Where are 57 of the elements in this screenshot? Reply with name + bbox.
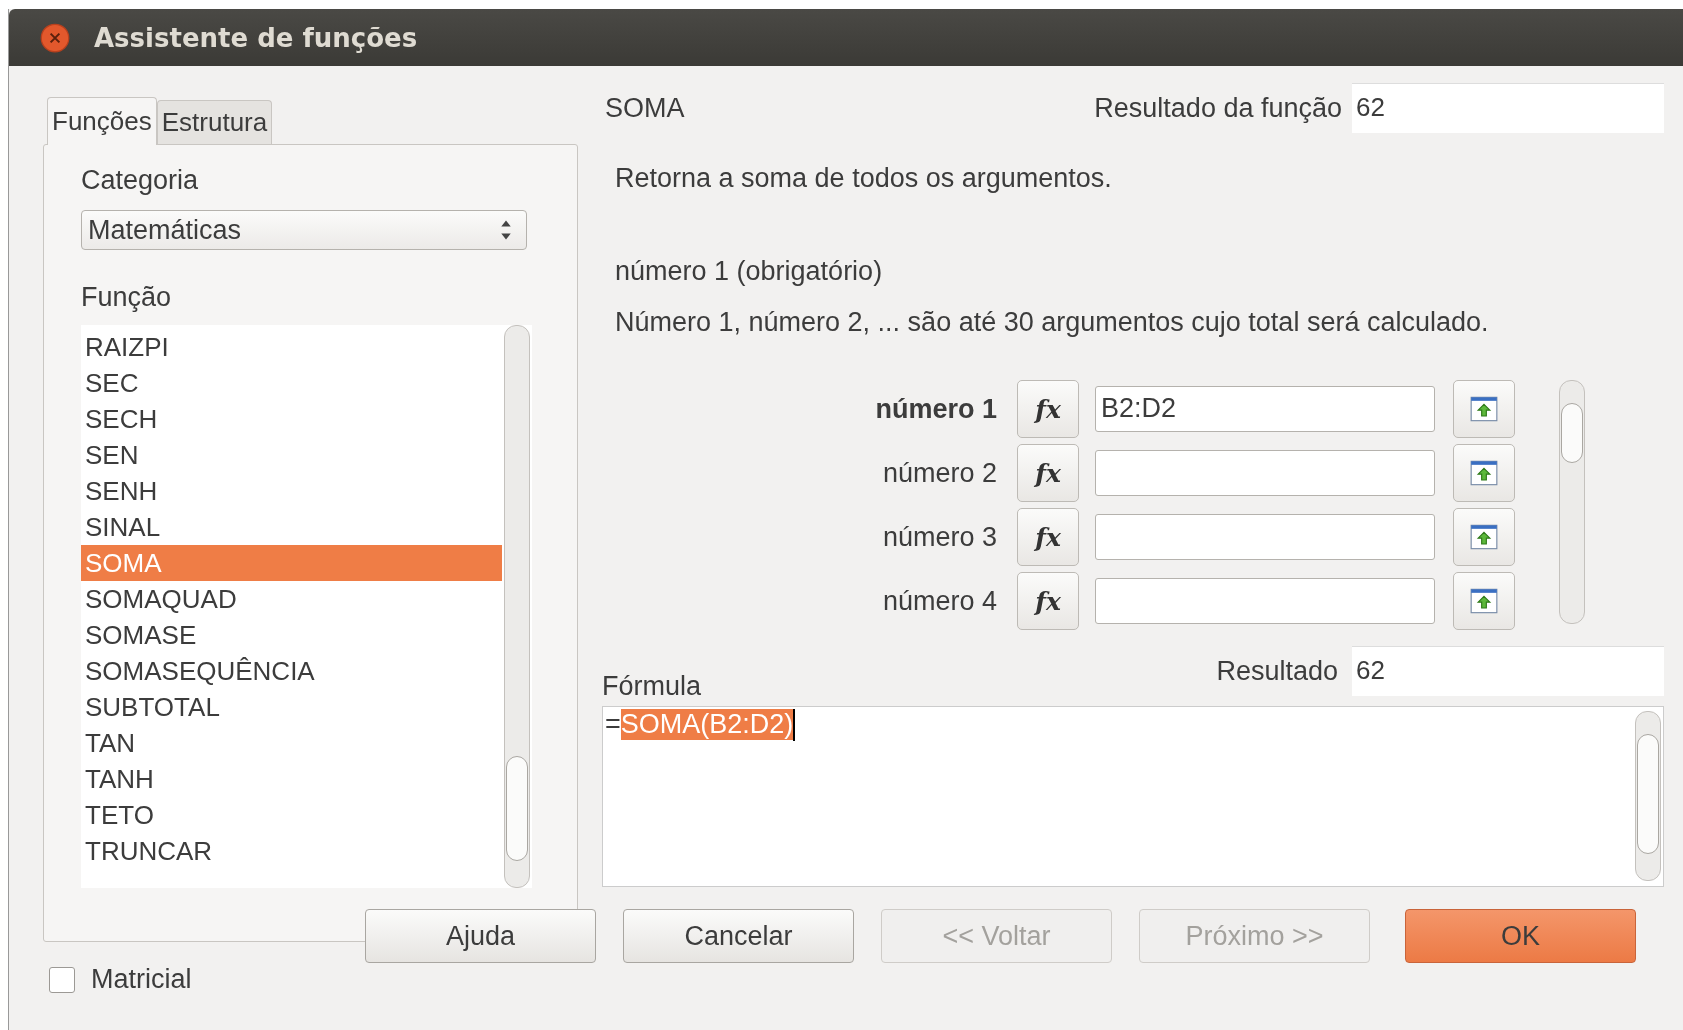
argument-description: Número 1, número 2, ... são até 30 argumentos cujo total será calculado.	[615, 307, 1490, 338]
list-item[interactable]: TETO	[81, 797, 502, 833]
scrollbar[interactable]	[1635, 711, 1661, 881]
result-field[interactable]: 62	[1352, 83, 1664, 133]
function-button[interactable]: fx	[1017, 444, 1079, 502]
tab[interactable]: Funções	[47, 97, 157, 145]
list-item[interactable]: SUBTOTAL	[81, 689, 502, 725]
function-label: Função	[81, 282, 173, 313]
scrollbar[interactable]	[1559, 380, 1585, 624]
list-item[interactable]: SEN	[81, 437, 502, 473]
select-range-button[interactable]	[1453, 572, 1515, 630]
function-description: Retorna a soma de todos os argumentos.	[615, 163, 1113, 194]
argument-label: número 2	[881, 457, 998, 489]
argument-field[interactable]: B2:D2	[1095, 386, 1435, 432]
result-field[interactable]: 62	[1352, 646, 1664, 696]
list-item[interactable]: SOMASEQUÊNCIA	[81, 653, 502, 689]
window-title: Assistente de funções	[94, 22, 418, 53]
result-label: Resultado da função	[1094, 92, 1342, 124]
argument-title: número 1 (obrigatório)	[615, 256, 884, 287]
argument-field[interactable]	[1095, 578, 1435, 624]
selected-text: SOMA(B2:D2)	[620, 709, 794, 740]
checkbox[interactable]	[49, 966, 75, 993]
formula-label: Fórmula	[602, 671, 703, 702]
list-item[interactable]: TRUNCAR	[81, 833, 502, 869]
argument-field[interactable]	[1095, 450, 1435, 496]
category-label: Categoria	[81, 165, 200, 196]
select-range-button[interactable]	[1453, 508, 1515, 566]
function-button[interactable]: fx	[1017, 380, 1079, 438]
list-item[interactable]: SECH	[81, 401, 502, 437]
argument-field[interactable]	[1095, 514, 1435, 560]
list-item[interactable]: SENH	[81, 473, 502, 509]
formula-field[interactable]: =SOMA(B2:D2)	[602, 706, 1664, 887]
list-item[interactable]: TAN	[81, 725, 502, 761]
checkbox-label: Matricial	[91, 964, 192, 995]
list-item[interactable]: SEC	[81, 365, 502, 401]
result-label: Resultado	[1216, 655, 1338, 687]
category-dropdown[interactable]: Matemáticas	[81, 210, 527, 250]
dialog-button[interactable]: OK	[1405, 909, 1636, 963]
dialog-button[interactable]: Ajuda	[365, 909, 596, 963]
argument-label: número 1	[874, 393, 998, 425]
close-icon[interactable]	[40, 22, 70, 53]
function-name: SOMA	[605, 92, 686, 124]
argument-label: número 4	[881, 585, 998, 617]
function-button[interactable]: fx	[1017, 572, 1079, 630]
formula-text: =	[605, 709, 621, 740]
tab[interactable]: Estrutura	[156, 100, 273, 144]
list-item[interactable]: SOMAQUAD	[81, 581, 502, 617]
argument-label: número 3	[881, 521, 998, 553]
list-item[interactable]: TANH	[81, 761, 502, 797]
list-item[interactable]: SINAL	[81, 509, 502, 545]
scrollbar[interactable]	[504, 325, 530, 888]
dialog-button[interactable]: Cancelar	[623, 909, 854, 963]
list-item[interactable]: SOMASE	[81, 617, 502, 653]
list-item[interactable]: RAIZPI	[81, 329, 502, 365]
function-button[interactable]: fx	[1017, 508, 1079, 566]
select-range-button[interactable]	[1453, 444, 1515, 502]
select-range-button[interactable]	[1453, 380, 1515, 438]
